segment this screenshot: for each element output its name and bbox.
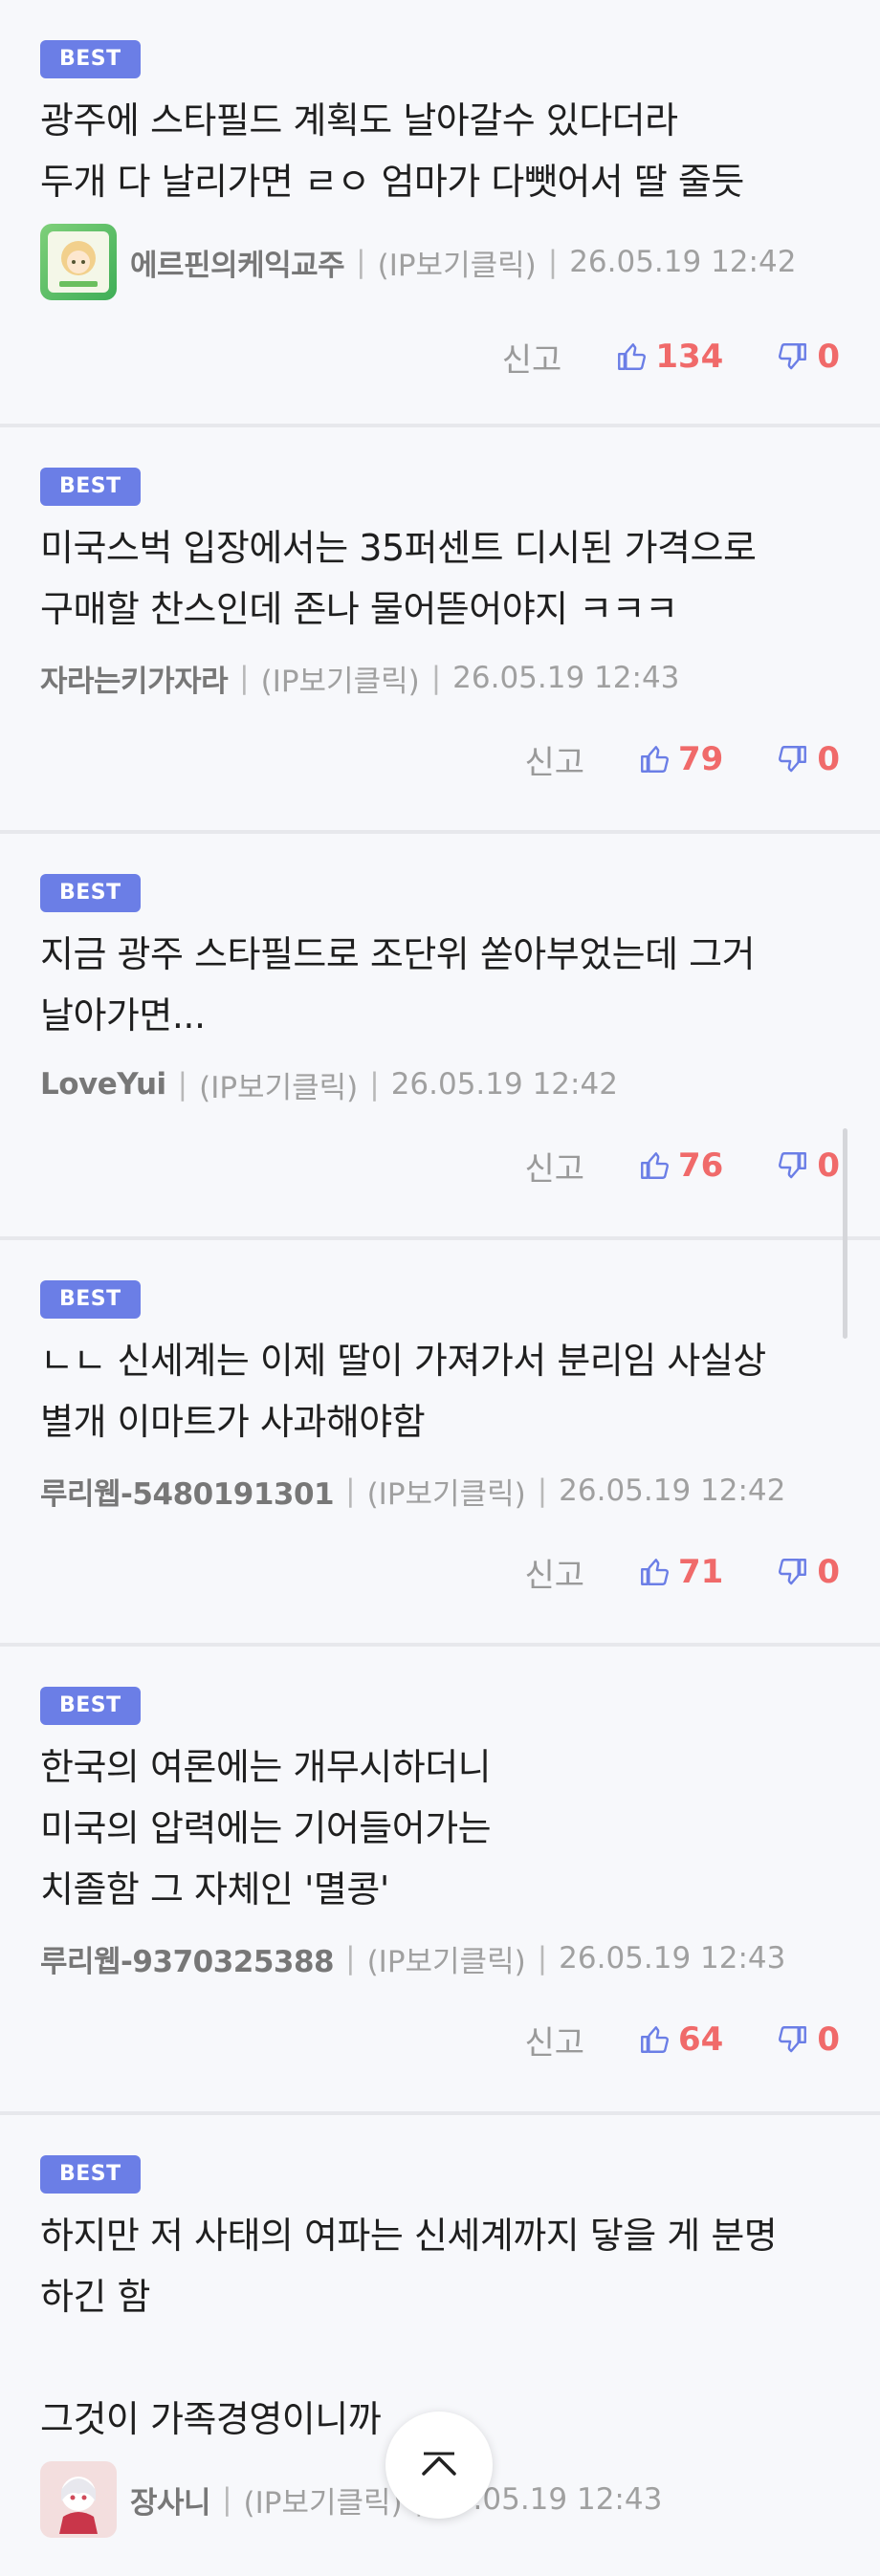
comment-date: 26.05.19 12:42	[569, 245, 797, 279]
report-button[interactable]: 신고	[524, 2017, 584, 2063]
thumbs-up-icon	[641, 2026, 669, 2053]
comment-text: 지금 광주 스타필드로 조단위 쏟아부었는데 그거 날아가면...	[40, 933, 756, 1037]
like-button[interactable]: 64	[638, 2020, 723, 2059]
thumbs-up-icon	[641, 746, 669, 773]
ip-link[interactable]: (IP보기클릭)	[261, 657, 420, 700]
like-button[interactable]: 76	[638, 1146, 723, 1185]
thumbs-down-icon	[779, 1559, 807, 1585]
comment-date: 26.05.19 12:43	[452, 661, 680, 695]
dislike-count: 0	[817, 2020, 840, 2059]
comment-actions: 신고 76 0	[40, 1113, 840, 1218]
comment-text: 미국스벅 입장에서는 35퍼센트 디시된 가격으로 구매할 찬스인데 존나 물어…	[40, 527, 757, 630]
like-count: 79	[678, 740, 724, 778]
like-button[interactable]: 79	[638, 740, 723, 778]
like-button[interactable]: 134	[615, 338, 723, 376]
dislike-button[interactable]: 0	[777, 338, 840, 376]
thumbs-up-icon	[641, 1559, 669, 1585]
best-badge: BEST	[40, 874, 141, 912]
best-badge: BEST	[40, 40, 141, 78]
comment-meta: LoveYui | (IP보기클릭) | 26.05.19 12:42	[40, 1056, 840, 1113]
dislike-count: 0	[817, 338, 840, 376]
divider: |	[345, 1474, 356, 1508]
thumbs-up-icon	[618, 343, 647, 370]
ip-link[interactable]: (IP보기클릭)	[244, 2478, 403, 2521]
comment-date: 26.05.19 12:42	[390, 1067, 618, 1102]
comment-date: 26.05.19 12:43	[559, 1941, 786, 1976]
comment-actions: 신고 134 0	[40, 298, 840, 415]
best-badge: BEST	[40, 1280, 141, 1319]
comment-date: 26.05.19 12:42	[559, 1474, 786, 1508]
divider: |	[430, 661, 442, 695]
report-button[interactable]: 신고	[524, 736, 584, 783]
divider: |	[177, 1067, 188, 1102]
like-button[interactable]: 71	[638, 1553, 723, 1591]
avatar[interactable]	[40, 224, 117, 300]
author-name[interactable]: LoveYui	[40, 1067, 166, 1102]
avatar[interactable]	[40, 2461, 117, 2538]
author-name[interactable]: 자라는키가자라	[40, 657, 229, 700]
ip-link[interactable]: (IP보기클릭)	[378, 241, 537, 284]
comment-item: BEST 광주에 스타필드 계획도 날아갈수 있다더라 두개 다 날리가면 ㄹㅇ…	[0, 0, 880, 427]
report-button[interactable]: 신고	[524, 1143, 584, 1190]
comment-text: 한국의 여론에는 개무시하더니 미국의 압력에는 기어들어가는 치졸함 그 자체…	[40, 1746, 492, 1910]
dislike-count: 0	[817, 740, 840, 778]
dislike-button[interactable]: 0	[777, 740, 840, 778]
thumbs-down-icon	[779, 1152, 807, 1179]
avatar-illustration-icon	[48, 231, 109, 293]
author-name[interactable]: 루리웹-5480191301	[40, 1470, 335, 1513]
divider: |	[537, 1474, 548, 1508]
divider: |	[345, 1941, 356, 1976]
thumbs-up-icon	[641, 1152, 669, 1179]
comment-text: 광주에 스타필드 계획도 날아갈수 있다더라 두개 다 날리가면 ㄹㅇ 엄마가 …	[40, 99, 744, 203]
like-count: 76	[678, 1146, 724, 1185]
scrollbar[interactable]	[843, 1128, 847, 1339]
author-name[interactable]: 루리웹-9370325388	[40, 1937, 335, 1980]
dislike-count: 0	[817, 1146, 840, 1185]
comment-actions: 신고 71 0	[40, 1519, 840, 1625]
comment-item: BEST 지금 광주 스타필드로 조단위 쏟아부었는데 그거 날아가면... L…	[0, 834, 880, 1240]
ip-link[interactable]: (IP보기클릭)	[367, 1470, 526, 1513]
thumbs-down-icon	[779, 746, 807, 773]
dislike-button[interactable]: 0	[777, 2020, 840, 2059]
thumbs-down-icon	[779, 343, 807, 370]
chevron-up-icon	[422, 2452, 456, 2476]
comment-meta: 루리웹-9370325388 | (IP보기클릭) | 26.05.19 12:…	[40, 1930, 840, 1987]
ip-link[interactable]: (IP보기클릭)	[367, 1937, 526, 1980]
comment-item: BEST ㄴㄴ 신세계는 이제 딸이 가져가서 분리임 사실상 별개 이마트가 …	[0, 1240, 880, 1647]
report-button[interactable]: 신고	[502, 334, 562, 381]
comment-actions: 신고 79 0	[40, 707, 840, 812]
best-badge: BEST	[40, 2155, 141, 2194]
author-name[interactable]: 에르핀의케익교주	[130, 241, 345, 284]
dislike-count: 0	[817, 1553, 840, 1591]
dislike-button[interactable]: 0	[777, 1553, 840, 1591]
divider: |	[369, 1067, 380, 1102]
scroll-to-top-button[interactable]	[385, 2412, 493, 2519]
comment-text: ㄴㄴ 신세계는 이제 딸이 가져가서 분리임 사실상 별개 이마트가 사과해야함	[40, 1340, 766, 1443]
divider: |	[547, 245, 559, 279]
comment-item: BEST 미국스벅 입장에서는 35퍼센트 디시된 가격으로 구매할 찬스인데 …	[0, 427, 880, 834]
thumbs-down-icon	[779, 2026, 807, 2053]
like-count: 71	[678, 1553, 724, 1591]
like-count: 64	[678, 2020, 724, 2059]
divider: |	[239, 661, 250, 695]
avatar-illustration-icon	[59, 2477, 98, 2534]
report-button[interactable]: 신고	[524, 1549, 584, 1596]
author-name[interactable]: 장사니	[130, 2478, 211, 2521]
comment-meta: 루리웹-5480191301 | (IP보기클릭) | 26.05.19 12:…	[40, 1462, 840, 1519]
divider: |	[356, 245, 366, 279]
like-count: 134	[655, 338, 724, 376]
divider: |	[537, 1941, 548, 1976]
comment-meta: 자라는키가자라 | (IP보기클릭) | 26.05.19 12:43	[40, 649, 840, 707]
ip-link[interactable]: (IP보기클릭)	[199, 1063, 358, 1106]
divider: |	[222, 2482, 232, 2517]
comment-item: BEST 한국의 여론에는 개무시하더니 미국의 압력에는 기어들어가는 치졸함…	[0, 1647, 880, 2115]
best-badge: BEST	[40, 468, 141, 506]
comment-meta: 에르핀의케익교주 | (IP보기클릭) | 26.05.19 12:42	[40, 224, 840, 300]
comment-actions: 신고 64 0	[40, 1987, 840, 2092]
best-badge: BEST	[40, 1687, 141, 1725]
dislike-button[interactable]: 0	[777, 1146, 840, 1185]
